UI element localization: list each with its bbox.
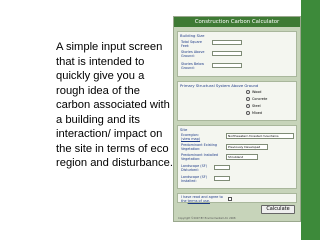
structural-system-title: Primary Structural System Above Ground: [180, 83, 259, 88]
radio-concrete[interactable]: [246, 97, 250, 101]
radio-wood-label: Wood: [252, 90, 262, 94]
site-title: Site: [180, 127, 188, 132]
calculate-button[interactable]: Calculate: [261, 205, 295, 214]
stories-above-input[interactable]: [212, 51, 242, 56]
landscape-disturbed-input[interactable]: [214, 165, 230, 170]
total-square-feet-input[interactable]: [212, 40, 242, 45]
total-square-feet-label: Total Square Feet:: [181, 40, 202, 48]
calculator-footer: Copyright ©2007 BY Environmental Ltd. 20…: [178, 217, 236, 220]
landscape-disturbed-label: Landscape (SF) Disturbed:: [181, 164, 208, 172]
radio-steel[interactable]: [246, 104, 250, 108]
slide: A simple input screen that is intended t…: [0, 0, 320, 240]
slide-caption: A simple input screen that is intended t…: [56, 41, 173, 169]
terms-checkbox[interactable]: [228, 197, 232, 201]
building-size-section: Building Size Total Square Feet: Stories…: [177, 31, 297, 77]
landscape-installed-input[interactable]: [214, 176, 230, 181]
structural-system-section: Primary Structural System Above Ground W…: [177, 81, 297, 121]
existing-vegetation-select[interactable]: Previously Developed: [226, 144, 268, 150]
terms-section: I have read and agree to the terms of us…: [177, 193, 297, 203]
radio-mixed-label: Mixed: [252, 111, 263, 115]
stories-below-label: Stories Below Ground:: [181, 62, 205, 70]
accent-bar: [301, 0, 320, 240]
terms-of-use-link[interactable]: terms of use.: [188, 199, 210, 203]
terms-text: I have read and agree to the terms of us…: [181, 195, 225, 203]
radio-wood[interactable]: [246, 90, 250, 94]
installed-vegetation-select[interactable]: Shrubland: [226, 154, 258, 160]
existing-vegetation-label: Predominant Existing Vegetation:: [181, 143, 218, 151]
radio-steel-label: Steel: [252, 104, 261, 108]
calculator-screenshot: Construction Carbon Calculator Building …: [173, 16, 301, 222]
radio-mixed[interactable]: [246, 111, 250, 115]
site-section: Site Ecoregion: (view map) Northwestern …: [177, 125, 297, 189]
stories-below-input[interactable]: [212, 63, 242, 68]
installed-vegetation-label: Predominant Installed Vegetation:: [181, 153, 219, 161]
stories-above-label: Stories Above Ground:: [181, 50, 205, 58]
radio-concrete-label: Concrete: [252, 97, 268, 101]
view-map-link[interactable]: (view map): [181, 137, 211, 141]
calculator-title: Construction Carbon Calculator: [174, 17, 300, 27]
landscape-installed-label: Landscape (SF) Installed:: [181, 175, 208, 183]
ecoregion-select[interactable]: Northwestern forested mountains: [226, 133, 294, 139]
building-size-title: Building Size: [180, 33, 205, 38]
